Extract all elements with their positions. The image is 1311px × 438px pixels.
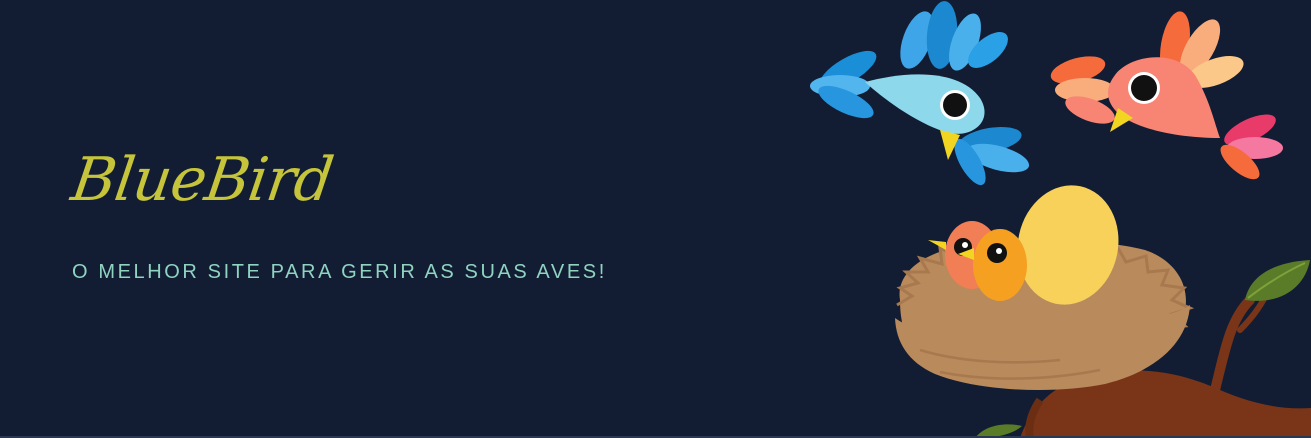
hero-tagline: O MELHOR SITE PARA GERIR AS SUAS AVES! <box>72 261 607 283</box>
birds-illustration <box>810 1 1311 438</box>
brand-logo[interactable]: BlueBird <box>67 145 337 215</box>
hero-banner: BlueBird O MELHOR SITE PARA GERIR AS SUA… <box>0 0 1311 438</box>
blue-bird-icon <box>810 1 1030 186</box>
pink-bird-icon <box>1050 11 1283 180</box>
